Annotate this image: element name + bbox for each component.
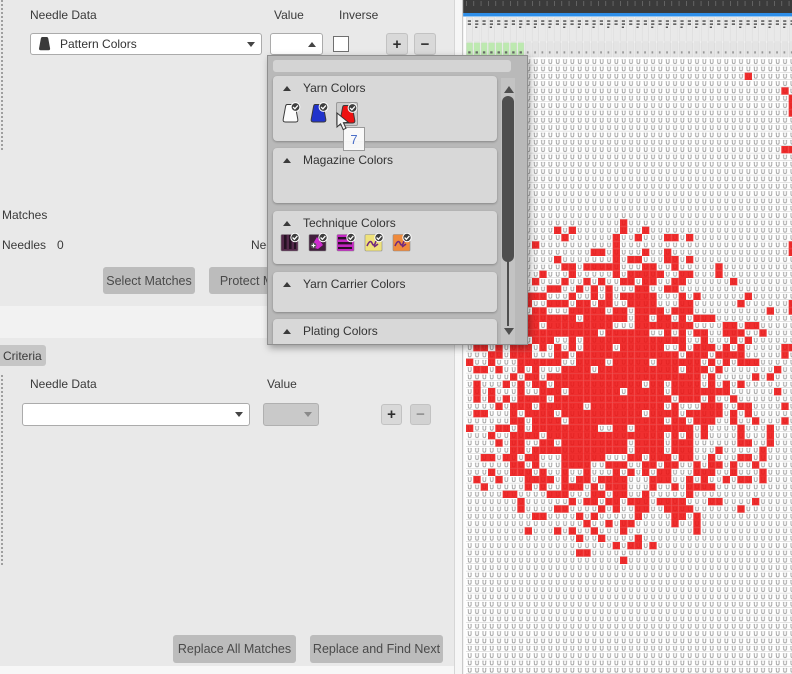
- plating-colors-section: Plating Colors: [273, 319, 497, 345]
- replace-value-combo[interactable]: [263, 403, 319, 426]
- value-label: Value: [274, 8, 304, 22]
- technique-colors-section: Technique Colors: [273, 211, 497, 264]
- yarn-colors-section: Yarn Colors: [273, 76, 497, 141]
- remove-criterion-button[interactable]: −: [414, 33, 436, 55]
- criteria-tab[interactable]: Criteria: [0, 345, 46, 366]
- scroll-up-icon[interactable]: [504, 86, 514, 93]
- inverse-checkbox[interactable]: [333, 36, 349, 52]
- needles-label: Needles: [2, 238, 46, 252]
- yarn-colors-header[interactable]: Yarn Colors: [273, 76, 497, 95]
- needle-data-combo[interactable]: Pattern Colors: [30, 33, 262, 55]
- technique-color-4-swatch[interactable]: [364, 233, 384, 253]
- technique-color-1-swatch[interactable]: [280, 233, 300, 253]
- collapse-arrow-icon: [283, 86, 291, 91]
- section-label: Yarn Carrier Colors: [303, 277, 405, 291]
- replace-needle-data-label: Needle Data: [30, 377, 97, 391]
- inverse-label: Inverse: [339, 8, 378, 22]
- popup-scrollbar-line: [507, 260, 509, 326]
- select-matches-button[interactable]: Select Matches: [103, 267, 195, 294]
- replace-add-button[interactable]: +: [381, 404, 402, 425]
- splitter-dots-top[interactable]: [1, 0, 3, 150]
- replace-and-find-next-button[interactable]: Replace and Find Next: [310, 635, 443, 663]
- scroll-down-icon[interactable]: [504, 328, 514, 335]
- section-label: Yarn Colors: [303, 81, 365, 95]
- collapse-arrow-icon: [283, 221, 291, 226]
- chevron-up-icon: [308, 42, 316, 47]
- replace-remove-button[interactable]: −: [410, 404, 431, 425]
- tooltip-value: 7: [350, 132, 357, 147]
- magazine-colors-section: Magazine Colors: [273, 148, 497, 203]
- value-combo[interactable]: [270, 33, 323, 55]
- value-dropdown-popup: Yarn Colors Magazine Colors Technique Co…: [267, 55, 528, 345]
- chevron-down-icon: [304, 412, 312, 417]
- needle-data-combo-value: Pattern Colors: [60, 37, 137, 51]
- add-criterion-button[interactable]: +: [386, 33, 408, 55]
- section-label: Plating Colors: [303, 324, 378, 338]
- chevron-down-icon: [247, 42, 255, 47]
- plating-colors-header[interactable]: Plating Colors: [273, 319, 497, 338]
- technique-color-5-swatch[interactable]: [392, 233, 412, 253]
- technique-color-3-swatch[interactable]: [336, 233, 356, 253]
- collapse-arrow-icon: [283, 282, 291, 287]
- section-label: Technique Colors: [303, 216, 396, 230]
- yarn-cone-icon: [37, 36, 52, 52]
- replace-needle-data-combo[interactable]: [22, 403, 250, 426]
- popup-top-strip: [273, 60, 511, 72]
- splitter-dots-bottom[interactable]: [1, 375, 3, 565]
- needle-data-label: Needle Data: [30, 8, 97, 22]
- collapse-arrow-icon: [283, 329, 291, 334]
- panel-bottom-edge: [0, 666, 455, 674]
- yarn-color-white-swatch[interactable]: [280, 102, 302, 126]
- chevron-down-icon: [235, 412, 243, 417]
- section-label: Magazine Colors: [303, 153, 393, 167]
- technique-tile-row: [280, 233, 412, 253]
- technique-color-2-swatch[interactable]: [308, 233, 328, 253]
- popup-scrollbar-thumb[interactable]: [502, 96, 514, 262]
- matches-header: Matches: [2, 208, 47, 222]
- find-replace-window: Needle Data Value Inverse Pattern Colors…: [0, 0, 792, 674]
- yarn-carrier-colors-section: Yarn Carrier Colors: [273, 272, 497, 312]
- needles-count: 0: [57, 238, 64, 252]
- collapse-arrow-icon: [283, 158, 291, 163]
- technique-colors-header[interactable]: Technique Colors: [273, 211, 497, 230]
- replace-all-matches-button[interactable]: Replace All Matches: [173, 635, 296, 663]
- mouse-cursor-icon: [336, 112, 351, 137]
- replace-value-label: Value: [267, 377, 297, 391]
- yarn-carrier-colors-header[interactable]: Yarn Carrier Colors: [273, 272, 497, 291]
- magazine-colors-header[interactable]: Magazine Colors: [273, 148, 497, 167]
- yarn-color-blue-swatch[interactable]: [308, 102, 330, 126]
